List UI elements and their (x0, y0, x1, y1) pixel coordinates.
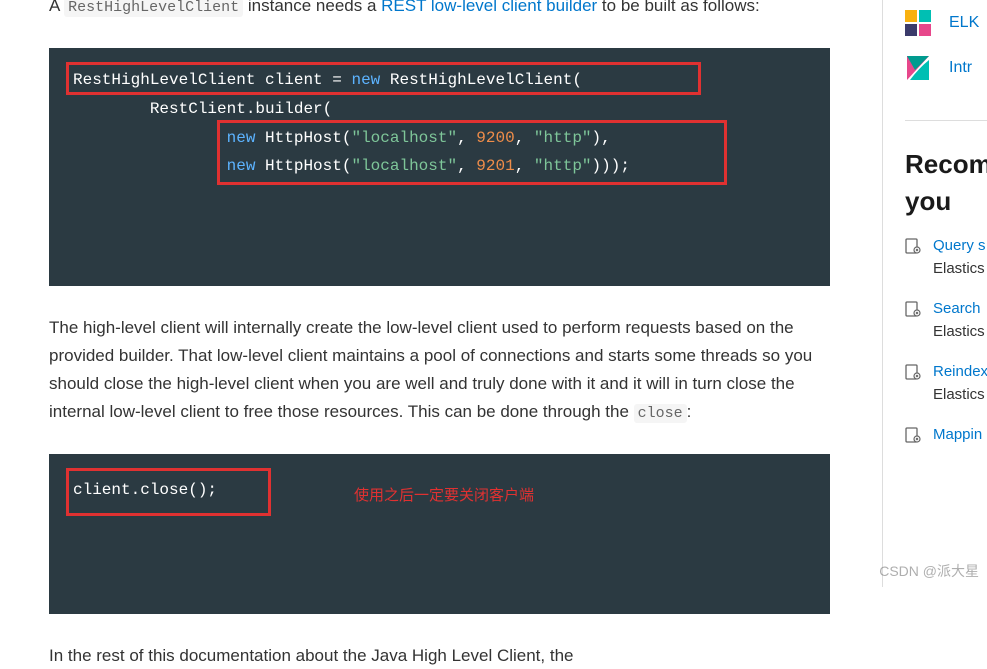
article-icon (905, 364, 921, 380)
bottom-cutoff-text: In the rest of this documentation about … (49, 642, 830, 669)
inline-code: RestHighLevelClient (64, 0, 243, 17)
sidebar-article-item[interactable]: Search Elastics (905, 298, 987, 343)
article-icon (905, 301, 921, 317)
sidebar-article-item[interactable]: Mappin (905, 424, 987, 447)
main-content: A RestHighLevelClient instance needs a R… (0, 0, 830, 669)
sidebar-link-elk[interactable]: ELK (949, 14, 979, 32)
watermark: CSDN @派大星 (879, 561, 979, 581)
annotation-close: 使用之后一定要关闭客户端 (354, 482, 534, 509)
sidebar-article-link[interactable]: Query s (933, 235, 986, 258)
inline-code-close: close (634, 404, 687, 423)
low-level-client-link[interactable]: REST low-level client builder (381, 0, 597, 15)
explanation-paragraph: The high-level client will internally cr… (49, 314, 830, 427)
code-block-close: client.close(); 使用之后一定要关闭客户端 (49, 454, 830, 613)
intro-paragraph: A RestHighLevelClient instance needs a R… (49, 0, 830, 20)
sidebar-recommended-heading: Recomm you (905, 149, 987, 217)
sidebar-article-sub: Elastics (933, 258, 986, 281)
sidebar-article-item[interactable]: Query s Elastics (905, 235, 987, 280)
sidebar-article-link[interactable]: Search (933, 298, 985, 321)
sidebar-item-elk[interactable]: ELK (905, 10, 987, 36)
sidebar: ELK Intr Recomm you Query s Elastics Sea… (882, 0, 987, 587)
elk-logo-icon (905, 10, 931, 36)
sidebar-article-sub: Elastics (933, 321, 985, 344)
code-block-init: RestHighLevelClient client = new RestHig… (49, 48, 830, 286)
sidebar-item-kibana[interactable]: Intr (905, 54, 987, 82)
sidebar-article-link[interactable]: Mappin (933, 424, 982, 447)
kibana-logo-icon (905, 54, 931, 82)
sidebar-article-link[interactable]: Reindex (933, 361, 987, 384)
sidebar-link-kibana[interactable]: Intr (949, 59, 972, 77)
sidebar-article-item[interactable]: Reindex Elastics (905, 361, 987, 406)
sidebar-divider (905, 120, 987, 121)
article-icon (905, 238, 921, 254)
article-icon (905, 427, 921, 443)
sidebar-article-sub: Elastics (933, 384, 987, 407)
